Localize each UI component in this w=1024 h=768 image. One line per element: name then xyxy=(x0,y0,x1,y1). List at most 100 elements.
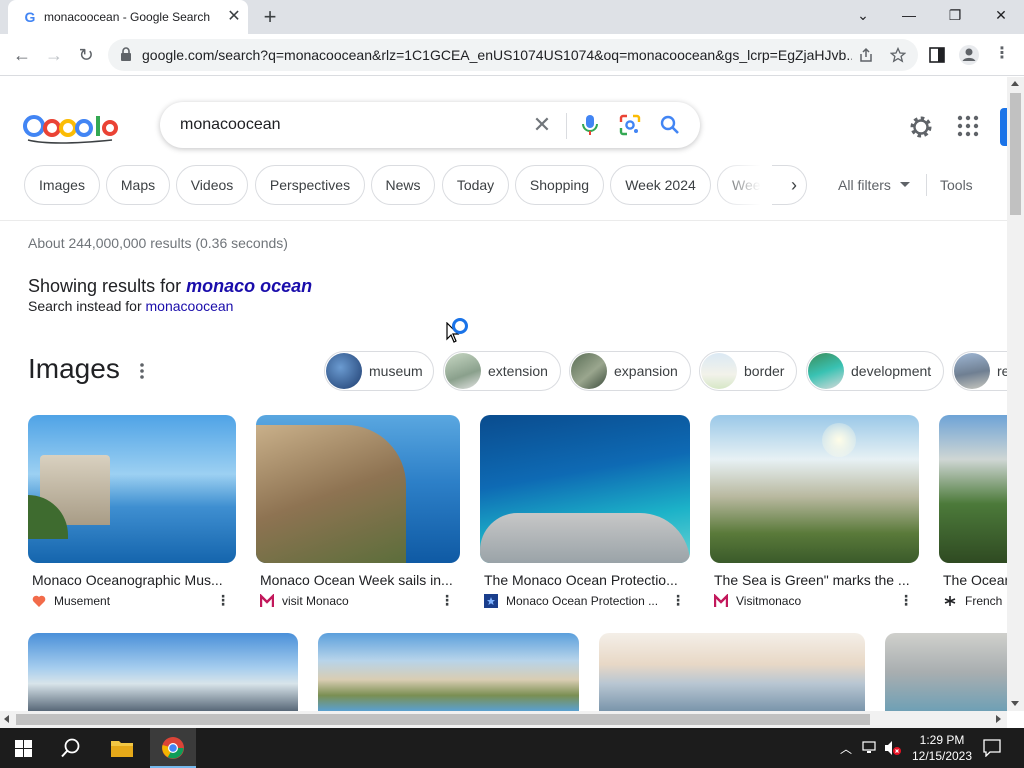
tray-chevron-icon[interactable]: ︿ xyxy=(840,740,852,757)
scroll-down-arrow-icon[interactable] xyxy=(1011,701,1019,706)
network-icon[interactable] xyxy=(862,741,880,755)
chip-week-2024[interactable]: Week 2024 xyxy=(610,165,711,205)
volume-muted-icon[interactable] xyxy=(884,740,902,756)
windows-taskbar: ︿ 1:29 PM 12/15/2023 xyxy=(0,728,1024,768)
image-more-icon[interactable]: ⋮ xyxy=(440,592,454,608)
tools-button[interactable]: Tools xyxy=(940,177,973,193)
window-close-icon[interactable]: ✕ xyxy=(978,0,1024,30)
back-arrow-icon[interactable]: ← xyxy=(8,41,36,69)
clock-date[interactable]: 12/15/2023 xyxy=(906,749,978,763)
clear-search-icon[interactable]: ✕ xyxy=(530,113,554,137)
chip-images[interactable]: Images xyxy=(24,165,100,205)
image-result-ocean-week[interactable] xyxy=(256,415,460,563)
restore-icon[interactable]: ❐ xyxy=(932,0,978,30)
instead-prefix: Search instead for xyxy=(28,298,146,314)
profile-avatar-icon[interactable] xyxy=(958,44,980,66)
image-result-sea-is-green[interactable] xyxy=(710,415,919,563)
chip-shopping[interactable]: Shopping xyxy=(515,165,604,205)
forward-arrow-icon[interactable]: → xyxy=(40,41,68,69)
image-source[interactable]: French xyxy=(965,594,1007,608)
image-chip-extension[interactable]: extension xyxy=(443,351,561,391)
share-icon[interactable] xyxy=(858,47,874,63)
image-source[interactable]: visit Monaco xyxy=(282,594,432,608)
re-thumbnail xyxy=(954,353,990,389)
notifications-icon[interactable] xyxy=(983,739,1001,757)
cliff-town xyxy=(256,425,406,563)
more-options-icon[interactable] xyxy=(134,360,150,382)
lock-icon xyxy=(121,47,131,61)
image-chip-museum[interactable]: museum xyxy=(324,351,434,391)
minimize-icon[interactable]: — xyxy=(886,0,932,30)
tab-search-icon[interactable]: ⌄ xyxy=(840,0,886,30)
browser-tab[interactable]: G monacoocean - Google Search ✕ xyxy=(8,0,248,34)
chip-perspectives[interactable]: Perspectives xyxy=(255,165,365,205)
browser-title-bar: G monacoocean - Google Search ✕ + ⌄ — ❐ … xyxy=(0,0,1024,34)
google-apps-grid-icon[interactable] xyxy=(956,114,980,138)
taskbar-search-icon[interactable] xyxy=(60,737,82,759)
image-caption[interactable]: The Ocean xyxy=(943,572,1007,588)
side-panel-icon[interactable] xyxy=(929,47,945,63)
image-chip-label: expansion xyxy=(614,363,678,379)
chip-videos[interactable]: Videos xyxy=(176,165,248,205)
chrome-icon xyxy=(162,737,184,759)
image-chip-label: museum xyxy=(369,363,423,379)
musement-logo-icon xyxy=(32,595,46,607)
search-input[interactable]: monacoocean xyxy=(180,116,281,134)
image-result-row2-3[interactable] xyxy=(599,633,865,711)
clock-time[interactable]: 1:29 PM xyxy=(910,733,974,747)
image-result-oceanographic-museum[interactable] xyxy=(28,415,236,563)
google-lens-icon[interactable] xyxy=(618,113,642,137)
corrected-query-link[interactable]: monaco ocean xyxy=(186,276,312,296)
chevron-right-icon[interactable]: › xyxy=(782,173,806,197)
image-source[interactable]: Monaco Ocean Protection ... xyxy=(506,594,662,608)
rocky-coast xyxy=(480,513,690,563)
horizontal-scroll-thumb[interactable] xyxy=(16,714,870,725)
image-chip-border[interactable]: border xyxy=(699,351,797,391)
settings-gear-icon[interactable] xyxy=(908,114,934,140)
reload-icon[interactable]: ↻ xyxy=(72,41,100,69)
image-more-icon[interactable]: ⋮ xyxy=(671,592,685,608)
french-source-logo-icon xyxy=(944,596,956,606)
image-chip-development[interactable]: development xyxy=(806,351,944,391)
image-result-row2-4[interactable] xyxy=(885,633,1007,711)
image-chip-re[interactable]: re xyxy=(952,351,1007,391)
scroll-right-arrow-icon[interactable] xyxy=(996,715,1001,723)
chrome-taskbar-button[interactable] xyxy=(150,728,196,768)
vertical-scroll-thumb[interactable] xyxy=(1010,93,1021,215)
tab-title: monacoocean - Google Search xyxy=(44,10,211,24)
image-caption[interactable]: Monaco Oceanographic Mus... xyxy=(32,572,232,588)
tab-close-icon[interactable]: ✕ xyxy=(224,7,244,27)
image-more-icon[interactable]: ⋮ xyxy=(899,592,913,608)
image-result-ocean-protection[interactable] xyxy=(480,415,690,563)
image-caption[interactable]: The Monaco Ocean Protectio... xyxy=(484,572,686,588)
chip-today[interactable]: Today xyxy=(442,165,509,205)
image-source[interactable]: Visitmonaco xyxy=(736,594,886,608)
original-query-link[interactable]: monacoocean xyxy=(146,298,234,314)
search-box[interactable]: monacoocean ✕ xyxy=(160,102,700,148)
scroll-up-arrow-icon[interactable] xyxy=(1011,81,1019,86)
new-tab-icon[interactable]: + xyxy=(258,5,282,29)
google-logo[interactable] xyxy=(22,110,118,146)
image-source[interactable]: Musement xyxy=(54,594,204,608)
address-bar[interactable]: google.com/search?q=monacoocean&rlz=1C1G… xyxy=(108,39,918,71)
image-result-row2-1[interactable] xyxy=(28,633,298,711)
image-caption[interactable]: The Sea is Green" marks the ... xyxy=(714,572,914,588)
vertical-scrollbar[interactable] xyxy=(1007,77,1024,711)
chip-maps[interactable]: Maps xyxy=(106,165,170,205)
scroll-left-arrow-icon[interactable] xyxy=(4,715,9,723)
windows-start-icon[interactable] xyxy=(15,740,32,757)
image-chip-expansion[interactable]: expansion xyxy=(569,351,691,391)
browser-menu-icon[interactable]: ⋮ xyxy=(994,42,1010,66)
voice-search-mic-icon[interactable] xyxy=(578,113,602,137)
image-result-the-ocean[interactable] xyxy=(939,415,1007,563)
image-more-icon[interactable]: ⋮ xyxy=(216,592,230,608)
image-result-row2-2[interactable] xyxy=(318,633,579,711)
chip-news[interactable]: News xyxy=(371,165,435,205)
all-filters-button[interactable]: All filters xyxy=(838,177,891,193)
image-caption[interactable]: Monaco Ocean Week sails in... xyxy=(260,572,456,588)
bookmark-star-icon[interactable] xyxy=(890,47,906,63)
search-magnifier-icon[interactable] xyxy=(658,113,682,137)
file-explorer-icon[interactable] xyxy=(110,738,134,758)
caret-down-icon xyxy=(900,182,910,187)
horizontal-scrollbar[interactable] xyxy=(0,711,1007,728)
